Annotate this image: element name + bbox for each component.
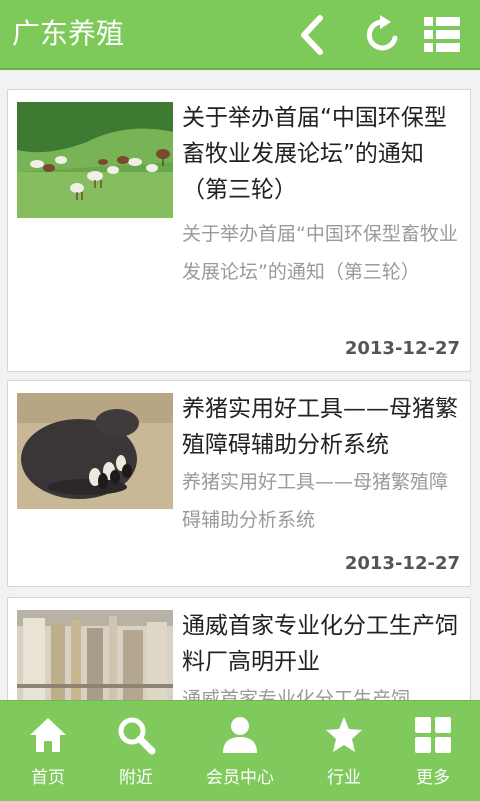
tab-member-center-label: 会员中心 — [206, 768, 274, 788]
star-icon — [326, 717, 362, 752]
article-summary: 养猪实用好工具——母猪繁殖障碍辅助分析系统 — [182, 471, 449, 531]
menu-button[interactable] — [420, 12, 466, 58]
article-thumbnail-factory — [17, 610, 173, 700]
tab-home[interactable]: 首页 — [0, 701, 96, 801]
list-menu-icon — [424, 17, 460, 52]
tab-home-label: 首页 — [31, 768, 65, 788]
app-header: 广东养殖 — [0, 0, 480, 70]
article-date: 2013-12-27 — [344, 338, 460, 359]
tab-industry[interactable]: 行业 — [296, 701, 392, 801]
refresh-button[interactable] — [360, 12, 406, 58]
home-icon — [30, 718, 66, 752]
grid-icon — [415, 717, 451, 753]
tab-more[interactable]: 更多 — [385, 701, 480, 801]
article-card[interactable]: 养猪实用好工具——母猪繁殖障碍辅助分析系统 养猪实用好工具——母猪繁殖障碍辅助分… — [7, 380, 471, 587]
back-arrow-icon — [301, 15, 323, 55]
tab-member-center[interactable]: 会员中心 — [192, 701, 288, 801]
search-icon — [118, 717, 156, 755]
user-icon — [223, 717, 257, 753]
article-summary: 关于举办首届“中国环保型畜牧业发展论坛”的通知（第三轮） — [182, 223, 458, 283]
bottom-tab-bar: 首页 附近 会员中心 行业 更多 — [0, 700, 480, 801]
refresh-icon — [366, 15, 398, 51]
article-thumbnail-goats — [17, 102, 173, 218]
article-date: 2013-12-27 — [344, 553, 460, 574]
article-summary: 通威首家专业化分工生产饲 — [182, 688, 411, 700]
tab-nearby-label: 附近 — [119, 768, 153, 788]
article-title: 通威首家专业化分工生产饲料厂高明开业 — [182, 613, 458, 675]
article-card[interactable]: 通威首家专业化分工生产饲料厂高明开业 通威首家专业化分工生产饲 — [7, 597, 471, 700]
app-title: 广东养殖 — [12, 17, 125, 50]
article-title: 养猪实用好工具——母猪繁殖障碍辅助分析系统 — [182, 396, 458, 458]
article-thumbnail-sow — [17, 393, 173, 509]
article-list[interactable]: 关于举办首届“中国环保型畜牧业发展论坛”的通知（第三轮） 关于举办首届“中国环保… — [0, 70, 480, 700]
article-title: 关于举办首届“中国环保型畜牧业发展论坛”的通知（第三轮） — [182, 105, 447, 203]
tab-nearby[interactable]: 附近 — [88, 701, 184, 801]
back-button[interactable] — [290, 12, 336, 58]
tab-more-label: 更多 — [416, 768, 450, 788]
tab-industry-label: 行业 — [327, 768, 361, 788]
article-card[interactable]: 关于举办首届“中国环保型畜牧业发展论坛”的通知（第三轮） 关于举办首届“中国环保… — [7, 89, 471, 372]
